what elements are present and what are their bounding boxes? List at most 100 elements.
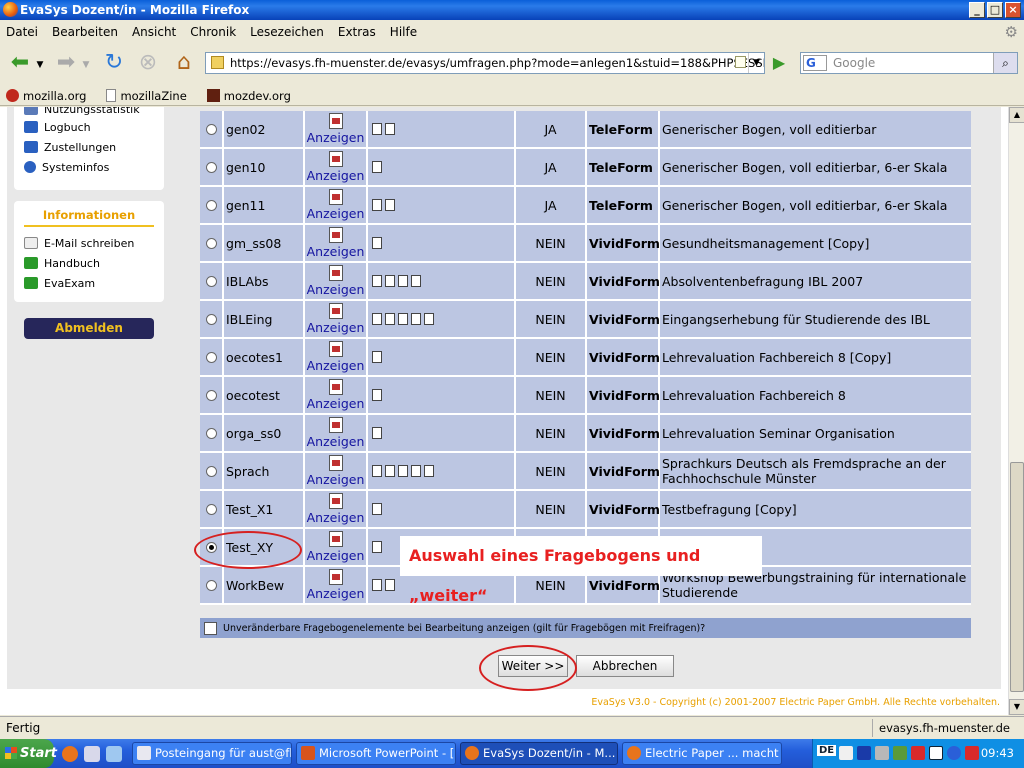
vertical-scrollbar[interactable]: ▲ ▼: [1008, 107, 1024, 715]
sidebar-item-logbuch[interactable]: Logbuch: [14, 117, 164, 137]
questionnaire-radio[interactable]: [205, 351, 217, 363]
pen-tray-icon[interactable]: [965, 746, 979, 760]
info-title: Informationen: [24, 208, 154, 227]
document-icon: [372, 313, 382, 325]
task-posteingang[interactable]: Posteingang für aust@fh...: [132, 742, 292, 765]
questionnaire-radio[interactable]: [205, 465, 217, 477]
sidebar-item-nutzungsstatistik[interactable]: Nutzungsstatistik: [14, 107, 164, 117]
view-link[interactable]: Anzeigen: [305, 111, 368, 149]
form-type: TeleForm: [587, 149, 660, 187]
network-icon[interactable]: [875, 746, 889, 760]
questionnaire-radio[interactable]: [205, 503, 217, 515]
scroll-down-arrow[interactable]: ▼: [1009, 699, 1024, 715]
bookmark-mozillazine[interactable]: mozillaZine: [106, 89, 187, 103]
home-icon[interactable]: ⌂: [170, 50, 198, 76]
show-fixed-elements-checkbox[interactable]: [204, 621, 217, 635]
menu-ansicht[interactable]: Ansicht: [132, 25, 176, 39]
reload-icon[interactable]: ↻: [100, 50, 128, 76]
close-button[interactable]: ×: [1005, 2, 1021, 18]
back-dropdown-icon[interactable]: ▼: [34, 52, 46, 78]
start-button[interactable]: Start: [0, 739, 57, 768]
view-link[interactable]: Anzeigen: [305, 339, 368, 377]
radio-cell: [200, 453, 224, 491]
task-evasys[interactable]: EvaSys Dozent/in - M...: [460, 742, 618, 765]
maximize-button[interactable]: □: [987, 2, 1003, 18]
cancel-button[interactable]: Abbrechen: [576, 655, 674, 677]
search-box[interactable]: G Google ⌕: [800, 52, 1018, 74]
java-icon[interactable]: [839, 746, 853, 760]
search-engine-icon[interactable]: G: [803, 55, 827, 71]
view-link[interactable]: Anzeigen: [305, 415, 368, 453]
quicklaunch-ie-icon[interactable]: [106, 746, 122, 762]
view-link[interactable]: Anzeigen: [305, 453, 368, 491]
view-link[interactable]: Anzeigen: [305, 529, 368, 567]
scroll-up-arrow[interactable]: ▲: [1009, 107, 1024, 123]
network-disconnected-icon[interactable]: [911, 746, 925, 760]
questionnaire-radio[interactable]: [205, 313, 217, 325]
questionnaire-radio[interactable]: [205, 123, 217, 135]
menu-extras[interactable]: Extras: [338, 25, 376, 39]
questionnaire-radio[interactable]: [205, 389, 217, 401]
book-icon: [24, 257, 38, 269]
questionnaire-description: Testbefragung [Copy]: [660, 491, 971, 529]
menu-lesezeichen[interactable]: Lesezeichen: [250, 25, 324, 39]
checkbox-tray-icon[interactable]: [929, 746, 943, 760]
editable-flag: NEIN: [516, 491, 587, 529]
questionnaire-radio[interactable]: [205, 275, 217, 287]
menu-hilfe[interactable]: Hilfe: [390, 25, 417, 39]
bookmark-mozilla-org[interactable]: mozilla.org: [6, 89, 86, 103]
back-button[interactable]: ⬅: [6, 50, 34, 76]
logout-button[interactable]: Abmelden: [24, 318, 154, 339]
view-link[interactable]: Anzeigen: [305, 491, 368, 529]
throbber-icon: ⚙: [1004, 23, 1018, 41]
go-arrow-icon[interactable]: ▶: [769, 53, 789, 73]
documents-cell: [368, 263, 516, 301]
lock-icon[interactable]: [735, 56, 746, 68]
editable-flag: NEIN: [516, 339, 587, 377]
view-link[interactable]: Anzeigen: [305, 301, 368, 339]
url-dropdown-icon[interactable]: ▼: [748, 53, 764, 73]
view-link[interactable]: Anzeigen: [305, 567, 368, 605]
minimize-button[interactable]: _: [969, 2, 985, 18]
document-icon: [411, 275, 421, 287]
questionnaire-radio[interactable]: [205, 237, 217, 249]
scroll-thumb[interactable]: [1010, 462, 1024, 692]
quicklaunch-outlook-icon[interactable]: [84, 746, 100, 762]
menu-chronik[interactable]: Chronik: [190, 25, 236, 39]
view-link[interactable]: Anzeigen: [305, 149, 368, 187]
language-indicator[interactable]: DE: [817, 745, 837, 756]
task-powerpoint[interactable]: Microsoft PowerPoint - [...: [296, 742, 456, 765]
document-icon: [411, 313, 421, 325]
sidebar-item-handbuch[interactable]: Handbuch: [14, 253, 164, 273]
view-link[interactable]: Anzeigen: [305, 187, 368, 225]
media-icon[interactable]: [857, 746, 871, 760]
questionnaire-radio[interactable]: [205, 579, 217, 591]
security-icon[interactable]: [893, 746, 907, 760]
documents-cell: [368, 111, 516, 149]
questionnaire-radio[interactable]: [205, 161, 217, 173]
view-link[interactable]: Anzeigen: [305, 263, 368, 301]
questionnaire-radio[interactable]: [205, 427, 217, 439]
help-tray-icon[interactable]: [947, 746, 961, 760]
document-icon: [398, 465, 408, 477]
menu-bearbeiten[interactable]: Bearbeiten: [52, 25, 118, 39]
bookmark-mozdev-org[interactable]: mozdev.org: [206, 89, 291, 103]
view-link[interactable]: Anzeigen: [305, 225, 368, 263]
sidebar-item-systeminfos[interactable]: Systeminfos: [14, 157, 164, 177]
stop-icon[interactable]: ⊗: [134, 50, 162, 76]
search-magnifier-icon[interactable]: ⌕: [993, 53, 1017, 73]
forward-button[interactable]: ➡: [52, 50, 80, 76]
table-row: oecotes1 Anzeigen NEIN VividForms Lehrevalua…: [200, 339, 971, 377]
document-icon: [372, 579, 382, 591]
questionnaire-radio[interactable]: [205, 199, 217, 211]
quicklaunch-firefox-icon[interactable]: [62, 746, 78, 762]
menu-datei[interactable]: Datei: [6, 25, 38, 39]
editable-flag: JA: [516, 111, 587, 149]
view-link[interactable]: Anzeigen: [305, 377, 368, 415]
sidebar-item-email[interactable]: E-Mail schreiben: [14, 233, 164, 253]
task-electric-paper[interactable]: Electric Paper ... macht I...: [622, 742, 782, 765]
sidebar-item-zustellungen[interactable]: Zustellungen: [14, 137, 164, 157]
forward-dropdown-icon[interactable]: ▼: [80, 52, 92, 78]
sidebar-item-evaexam[interactable]: EvaExam: [14, 273, 164, 293]
url-bar[interactable]: https://evasys.fh-muenster.de/evasys/umf…: [205, 52, 765, 74]
